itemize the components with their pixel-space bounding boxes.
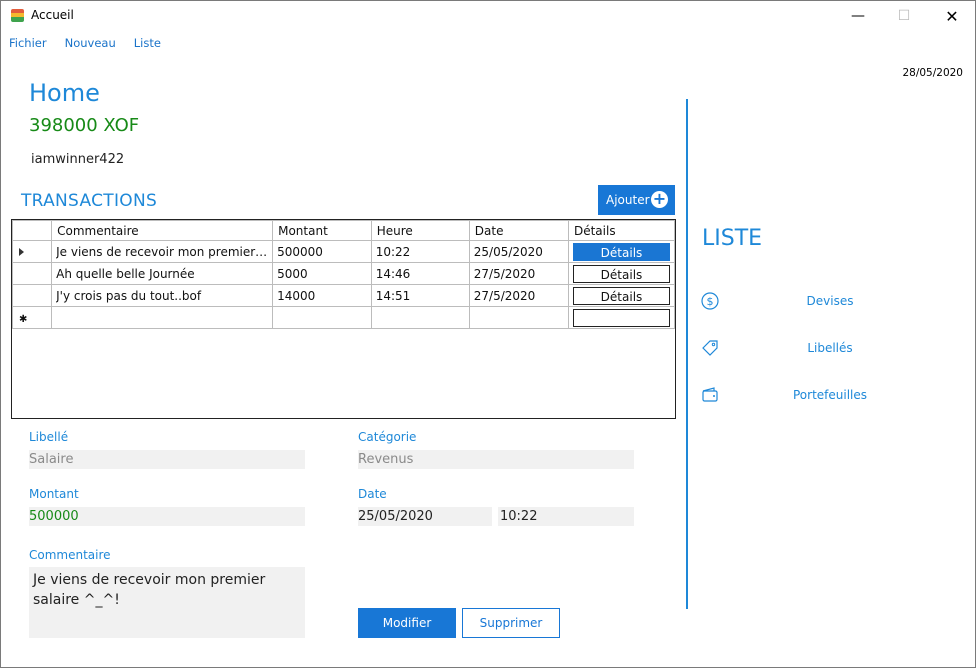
- cell-date[interactable]: 27/5/2020: [468, 262, 569, 285]
- svg-text:$: $: [707, 295, 714, 308]
- modifier-button[interactable]: Modifier: [358, 608, 456, 638]
- window-title: Accueil: [31, 8, 74, 22]
- column-header-montant[interactable]: Montant: [272, 220, 372, 241]
- column-header-details[interactable]: Détails: [567, 220, 676, 241]
- cell-date[interactable]: 27/5/2020: [468, 284, 569, 307]
- cell-date[interactable]: 25/05/2020: [468, 240, 569, 263]
- supprimer-button[interactable]: Supprimer: [462, 608, 560, 638]
- details-button[interactable]: Détails: [572, 286, 670, 305]
- date-field[interactable]: 25/05/2020: [358, 507, 492, 526]
- transactions-grid[interactable]: Commentaire Montant Heure Date Détails J…: [11, 219, 676, 419]
- libelle-label: Libellé: [29, 430, 69, 444]
- liste-title: LISTE: [702, 226, 763, 251]
- balance-amount: 398000 XOF: [29, 115, 140, 136]
- title-bar: Accueil — ☐ ✕: [1, 1, 975, 31]
- menu-nouveau[interactable]: Nouveau: [65, 35, 116, 53]
- dollar-circle-icon: $: [701, 292, 719, 310]
- cell-montant[interactable]: [272, 306, 372, 329]
- column-header-heure[interactable]: Heure: [370, 220, 470, 241]
- current-row-arrow-icon: [19, 247, 24, 256]
- sidebar-item-devises[interactable]: $ Devises: [700, 291, 960, 315]
- wallet-icon: [702, 387, 718, 402]
- table-row[interactable]: Ah quelle belle Journée 5000 14:46 27/5/…: [11, 262, 676, 285]
- details-button-empty[interactable]: [572, 308, 670, 327]
- sidebar-item-label: Portefeuilles: [792, 388, 868, 402]
- montant-field[interactable]: 500000: [29, 507, 305, 526]
- cell-details: Détails: [567, 262, 676, 285]
- maximize-button[interactable]: ☐: [881, 1, 927, 31]
- cell-montant[interactable]: 14000: [272, 284, 372, 307]
- cell-details: Détails: [567, 240, 676, 263]
- current-date: 28/05/2020: [902, 67, 963, 79]
- row-selector[interactable]: [11, 284, 53, 307]
- row-selector[interactable]: ✱: [11, 306, 53, 329]
- time-field[interactable]: 10:22: [498, 507, 634, 526]
- cell-commentaire-text: Je viens de recevoir mon premier salaire…: [56, 244, 268, 259]
- column-header-date[interactable]: Date: [468, 220, 569, 241]
- add-button-label: Ajouter: [606, 193, 650, 207]
- transactions-table: Commentaire Montant Heure Date Détails J…: [11, 220, 676, 329]
- row-selector[interactable]: [11, 240, 53, 263]
- montant-label: Montant: [29, 487, 79, 501]
- row-header-corner: [11, 220, 53, 241]
- date-label: Date: [358, 487, 387, 501]
- categorie-label: Catégorie: [358, 430, 417, 444]
- close-button[interactable]: ✕: [929, 1, 975, 31]
- details-button[interactable]: Détails: [572, 242, 670, 261]
- table-row[interactable]: J'y crois pas du tout..bof 14000 14:51 2…: [11, 284, 676, 307]
- categorie-field[interactable]: Revenus: [358, 450, 634, 469]
- cell-montant[interactable]: 500000: [272, 240, 372, 263]
- commentaire-label: Commentaire: [29, 548, 111, 562]
- sidebar-item-label: Devises: [806, 294, 854, 308]
- main-window: Accueil — ☐ ✕ Fichier Nouveau Liste 28/0…: [0, 0, 976, 668]
- sidebar-divider: [686, 99, 688, 609]
- column-header-commentaire[interactable]: Commentaire: [51, 220, 274, 241]
- sidebar-item-libelles[interactable]: Libellés: [700, 338, 960, 362]
- cell-heure[interactable]: 14:46: [370, 262, 470, 285]
- cell-heure[interactable]: 10:22: [370, 240, 470, 263]
- plus-circle-icon: +: [651, 189, 668, 208]
- minimize-button[interactable]: —: [835, 1, 881, 31]
- cell-commentaire-text: J'y crois pas du tout..bof: [56, 288, 202, 303]
- row-selector[interactable]: [11, 262, 53, 285]
- cell-commentaire[interactable]: Je viens de recevoir mon premier salaire…: [51, 240, 274, 263]
- cell-montant[interactable]: 5000: [272, 262, 372, 285]
- sidebar-item-portefeuilles[interactable]: Portefeuilles: [700, 385, 960, 409]
- cell-commentaire-text: Ah quelle belle Journée: [56, 266, 195, 281]
- cell-commentaire[interactable]: [51, 306, 274, 329]
- cell-commentaire[interactable]: J'y crois pas du tout..bof: [51, 284, 274, 307]
- details-button[interactable]: Détails: [572, 264, 670, 283]
- cell-details: Détails: [567, 284, 676, 307]
- cell-heure[interactable]: [370, 306, 470, 329]
- menu-bar: Fichier Nouveau Liste: [9, 35, 179, 53]
- sidebar-item-label: Libellés: [807, 341, 853, 355]
- commentaire-field[interactable]: Je viens de recevoir mon premier salaire…: [29, 567, 305, 638]
- tag-icon: [702, 340, 718, 356]
- page-title: Home: [29, 79, 100, 107]
- add-transaction-button[interactable]: Ajouter +: [598, 185, 675, 215]
- libelle-field[interactable]: Salaire: [29, 450, 305, 469]
- cell-heure[interactable]: 14:51: [370, 284, 470, 307]
- new-row-star-icon: ✱: [19, 313, 28, 325]
- cell-details: [567, 306, 676, 329]
- cell-date[interactable]: [468, 306, 569, 329]
- table-header-row: Commentaire Montant Heure Date Détails: [11, 220, 676, 241]
- menu-liste[interactable]: Liste: [134, 35, 161, 53]
- cell-commentaire[interactable]: Ah quelle belle Journée: [51, 262, 274, 285]
- new-row[interactable]: ✱: [11, 306, 676, 329]
- transactions-title: TRANSACTIONS: [21, 191, 158, 211]
- username: iamwinner422: [31, 152, 125, 167]
- app-icon: [11, 9, 24, 22]
- menu-fichier[interactable]: Fichier: [9, 35, 47, 53]
- table-row[interactable]: Je viens de recevoir mon premier salaire…: [11, 240, 676, 263]
